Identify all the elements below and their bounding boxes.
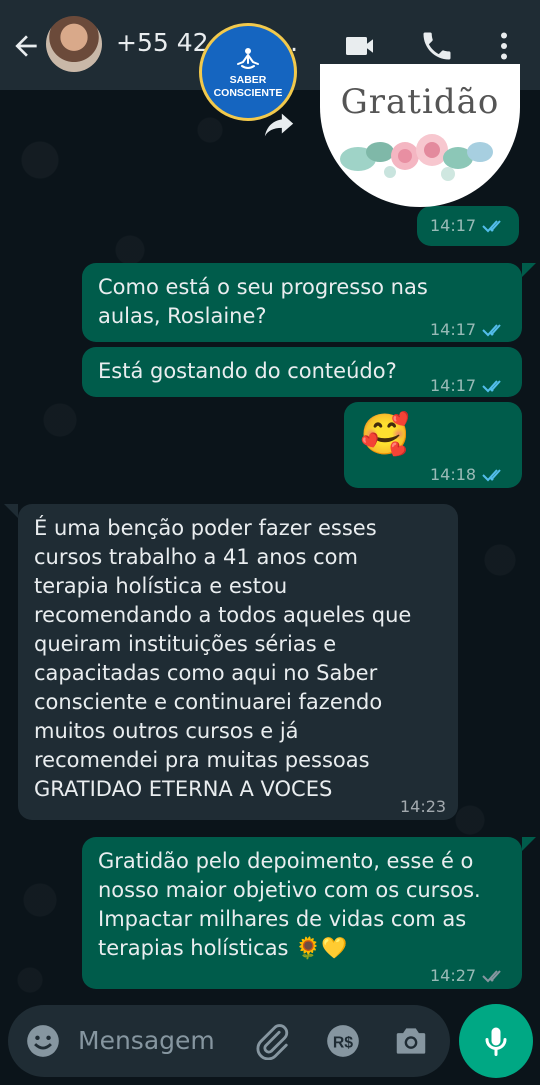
phone-icon[interactable] [419,28,455,64]
media-message-footer: 14:17 [417,206,519,246]
message-time: 14:17 [430,216,477,235]
message-text: É uma benção poder fazer esses cursos tr… [34,516,412,801]
mic-button[interactable] [459,1004,533,1078]
svg-text:R$: R$ [333,1034,353,1051]
badge-line-1: SABER [229,74,267,86]
flower-illustration [340,134,493,181]
mic-icon [485,1027,507,1056]
message-time: 14:17 [430,376,477,395]
message-text: Gratidão pelo depoimento, esse é o nosso… [98,849,481,960]
back-arrow-icon[interactable] [10,30,42,62]
badge-line-2: CONSCIENTE [213,87,283,99]
incoming-message[interactable]: É uma benção poder fazer esses cursos tr… [18,504,458,820]
outgoing-message[interactable]: 🥰 14:18 [344,402,522,488]
delivered-ticks-icon [482,969,501,982]
image-message[interactable]: Gratidão [320,64,520,207]
message-time: 14:17 [430,320,477,339]
message-time: 14:27 [430,966,477,985]
camera-icon[interactable] [392,1022,430,1060]
message-emoji: 🥰 [360,412,410,458]
attach-icon[interactable] [253,1022,291,1060]
read-ticks-icon [482,219,501,232]
message-time: 14:23 [400,797,447,816]
message-composer: Mensagem R$ [8,1005,450,1077]
video-call-icon[interactable] [343,28,379,64]
outgoing-message[interactable]: Como está o seu progresso nas aulas, Ros… [82,263,522,342]
read-ticks-icon [482,379,501,392]
payment-icon[interactable]: R$ [324,1022,362,1060]
saber-consciente-logo: SABER CONSCIENTE [199,23,297,121]
contact-avatar[interactable] [46,16,102,72]
read-ticks-icon [482,323,501,336]
message-input[interactable]: Mensagem [78,1026,215,1055]
bubble-tail [522,263,536,277]
message-time: 14:18 [430,465,477,484]
bubble-tail [4,504,18,518]
read-ticks-icon [482,468,501,481]
meditation-icon [237,48,259,69]
outgoing-message[interactable]: Está gostando do conteúdo? 14:17 [82,347,522,397]
outgoing-message[interactable]: Gratidão pelo depoimento, esse é o nosso… [82,837,522,989]
message-text: Como está o seu progresso nas aulas, Ros… [98,275,428,328]
bubble-tail [522,837,536,851]
emoji-icon[interactable] [24,1022,62,1060]
more-options-icon[interactable] [486,28,522,64]
